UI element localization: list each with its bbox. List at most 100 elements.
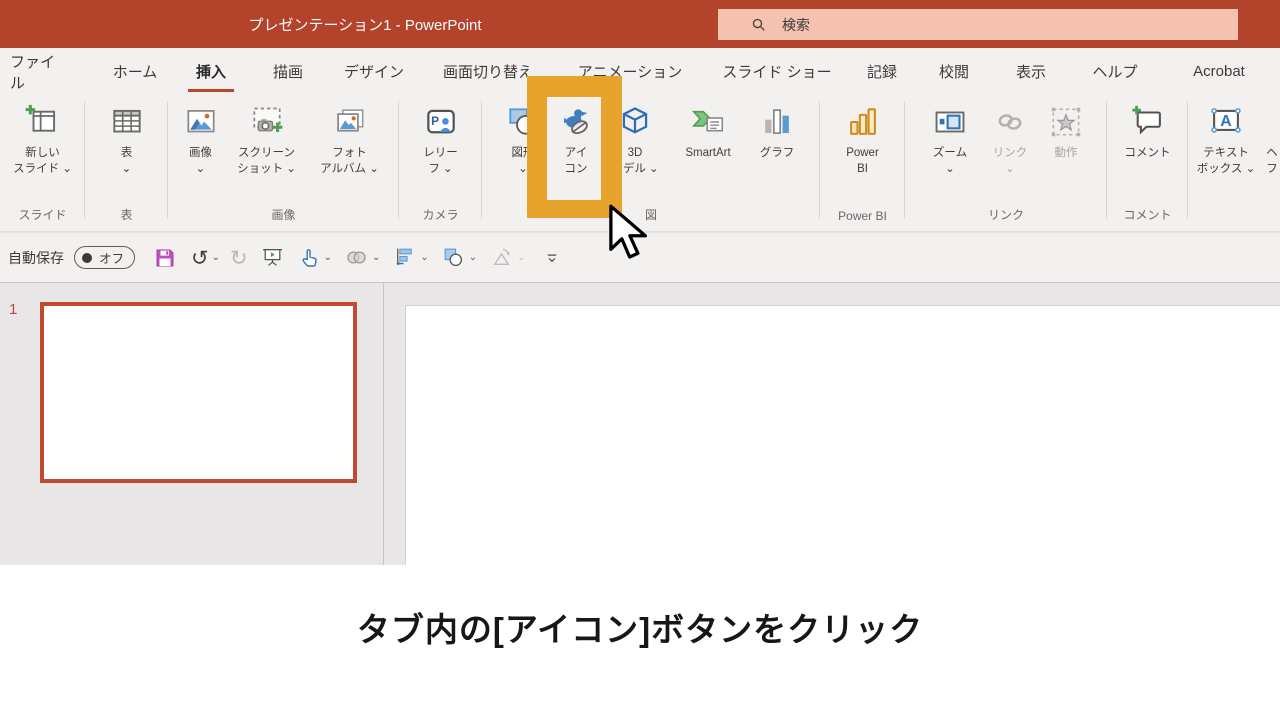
slide-thumbnail[interactable] — [40, 302, 357, 483]
tab-insert[interactable]: 挿入 — [184, 48, 238, 95]
comment-button[interactable]: コメント — [1112, 99, 1184, 161]
pictures-button[interactable]: 画像 ⌄ — [174, 99, 228, 177]
panel-divider[interactable] — [383, 283, 384, 565]
slide-number: 1 — [9, 301, 17, 318]
group-label: スライド — [0, 206, 85, 223]
combine-shapes-icon — [441, 245, 466, 270]
icons-duck-icon — [557, 99, 595, 145]
button-label: 表 — [121, 145, 133, 161]
tab-transitions[interactable]: 画面切り替え — [434, 48, 542, 95]
new-slide-button[interactable]: 新しい スライド ⌄ — [4, 99, 82, 177]
screenshot-button[interactable]: スクリーン ショット ⌄ — [228, 99, 306, 177]
button-label: コン — [565, 161, 588, 177]
tab-review[interactable]: 校閲 — [930, 48, 978, 95]
shapes-icon — [504, 99, 542, 145]
autosave-state: オフ — [99, 248, 124, 267]
toggle-knob — [82, 253, 92, 263]
tab-view[interactable]: 表示 — [1008, 48, 1054, 95]
table-button[interactable]: 表 ⌄ — [92, 99, 162, 177]
svg-text:P: P — [431, 114, 439, 128]
chart-button[interactable]: グラフ — [749, 99, 805, 177]
combine-shapes-button[interactable]: ⌄ — [441, 245, 477, 270]
button-label: フォト — [332, 145, 367, 161]
ribbon-group-illustrations: 図形 ⌄ アイ コン 3D モデル ⌄ — [482, 95, 820, 231]
merge-shapes-icon — [344, 245, 369, 270]
search-input[interactable]: 検索 — [718, 9, 1238, 40]
chevron-down-icon: ⌄ — [372, 252, 380, 263]
start-slideshow-button[interactable] — [260, 245, 285, 270]
smartart-icon — [689, 99, 727, 145]
ribbon-group-powerbi: Power BI Power BI — [820, 95, 905, 231]
tab-help[interactable]: ヘルプ — [1084, 48, 1146, 95]
button-label: スクリーン — [238, 145, 295, 161]
button-label: 図形 — [512, 145, 535, 161]
tab-home[interactable]: ホーム — [104, 48, 166, 95]
save-icon — [153, 246, 177, 270]
align-objects-button[interactable]: ⌄ — [392, 245, 428, 270]
button-label: ⌄ — [1005, 161, 1015, 177]
qat-overflow-button[interactable] — [542, 248, 562, 268]
autosave-toggle[interactable]: オフ — [74, 246, 135, 269]
merge-shapes-button[interactable]: ⌄ — [344, 245, 380, 270]
button-label: グラフ — [760, 145, 795, 161]
tab-acrobat[interactable]: Acrobat — [1176, 48, 1262, 95]
undo-button[interactable]: ↺⌄ — [191, 246, 220, 270]
button-label: SmartArt — [685, 145, 730, 161]
table-icon — [108, 99, 146, 145]
button-label: モデル ⌄ — [611, 161, 658, 177]
power-bi-button[interactable]: Power BI — [827, 99, 899, 177]
ribbon: 新しい スライド ⌄ スライド 表 ⌄ 表 — [0, 95, 1280, 232]
button-label: 3D — [628, 145, 643, 161]
tab-design[interactable]: デザイン — [338, 48, 410, 95]
ribbon-group-table: 表 ⌄ 表 — [85, 95, 168, 231]
tab-draw[interactable]: 描画 — [262, 48, 314, 95]
3d-models-button[interactable]: 3D モデル ⌄ — [603, 99, 667, 177]
button-label: ショット ⌄ — [237, 161, 296, 177]
group-label: 表 — [85, 206, 168, 223]
icons-button[interactable]: アイ コン — [549, 99, 603, 177]
zoom-button[interactable]: ズーム ⌄ — [918, 99, 982, 177]
tab-file[interactable]: ファイル — [10, 48, 68, 95]
button-label: ボックス ⌄ — [1197, 161, 1256, 177]
search-icon — [750, 16, 768, 34]
new-slide-icon — [24, 99, 62, 145]
ribbon-tab-row: ファイル ホーム 挿入 描画 デザイン 画面切り替え アニメーション スライド … — [0, 48, 1280, 95]
link-icon — [991, 99, 1029, 145]
button-label: ⌄ — [518, 161, 528, 177]
tab-record[interactable]: 記録 — [858, 48, 906, 95]
ribbon-group-comments: コメント コメント — [1107, 95, 1188, 231]
group-label: カメラ — [399, 206, 482, 223]
ribbon-group-camera: P レリー フ ⌄ カメラ — [399, 95, 482, 231]
workspace: 1 — [0, 283, 1280, 565]
tab-slideshow[interactable]: スライド ショー — [718, 48, 836, 95]
overflow-chevron-icon — [542, 248, 562, 268]
photo-album-button[interactable]: フォト アルバム ⌄ — [306, 99, 394, 177]
shapes-button[interactable]: 図形 ⌄ — [497, 99, 549, 177]
button-label: 画像 — [189, 145, 212, 161]
align-objects-icon — [392, 245, 417, 270]
slide-canvas[interactable] — [405, 305, 1280, 565]
save-button[interactable] — [153, 246, 177, 270]
screenshot-icon — [248, 99, 286, 145]
button-label: テキスト — [1203, 145, 1249, 161]
button-label: コメント — [1125, 145, 1171, 161]
touch-mouse-mode-button[interactable]: ⌄ — [297, 246, 332, 270]
group-label: Power BI — [820, 209, 905, 223]
zoom-slides-icon — [931, 99, 969, 145]
ribbon-group-text: A テキスト ボックス ⌄ ヘ フ — [1188, 95, 1280, 231]
button-label: 新しい — [25, 145, 60, 161]
tab-animations[interactable]: アニメーション — [572, 48, 688, 95]
tutorial-caption: タブ内の[アイコン]ボタンをクリック — [0, 603, 1280, 651]
cameo-button[interactable]: P レリー フ ⌄ — [406, 99, 476, 177]
link-button: リンク ⌄ — [982, 99, 1038, 177]
text-box-button[interactable]: A テキスト ボックス ⌄ — [1188, 99, 1264, 177]
header-footer-button-partial[interactable]: ヘ フ — [1264, 99, 1280, 177]
smartart-button[interactable]: SmartArt — [667, 99, 749, 177]
photo-album-icon — [331, 99, 369, 145]
ribbon-group-images: 画像 ⌄ スクリーン ショット ⌄ フォト アルバム ⌄ — [168, 95, 399, 231]
chevron-down-icon: ⌄ — [469, 252, 477, 263]
redo-icon: ↻ — [230, 246, 248, 270]
group-label: コメント — [1107, 206, 1188, 223]
touch-pointer-icon — [297, 246, 321, 270]
group-label: リンク — [905, 206, 1107, 223]
